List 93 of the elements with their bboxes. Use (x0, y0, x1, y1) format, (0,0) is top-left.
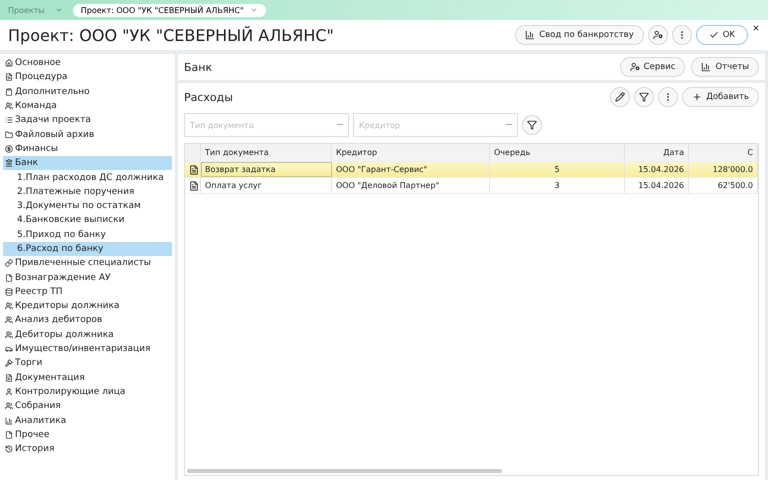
column-header[interactable]: Дата (625, 144, 689, 161)
plus-icon (692, 92, 702, 102)
section-title: Банк (184, 60, 214, 74)
sidebar-subitem[interactable]: 6.Расход по банку (3, 242, 172, 256)
amount-cell: 62'500.0 (689, 178, 758, 193)
creditor-cell: ООО "Деловой Партнер" (332, 178, 490, 193)
sidebar-item[interactable]: Дебиторы должника (3, 328, 172, 342)
document-type-cell: Возврат задатка (201, 162, 332, 177)
sidebar-item[interactable]: Анализ дебиторов (3, 313, 172, 328)
priority-cell: 3 (490, 178, 625, 193)
list-icon (5, 116, 13, 124)
column-header[interactable]: Очередь (490, 144, 625, 161)
sidebar-item[interactable]: Аналитика (3, 413, 172, 428)
file-icon (5, 430, 13, 439)
pencil-icon (615, 92, 626, 102)
link-icon (5, 259, 13, 268)
filter-field[interactable]: Кредитор (353, 113, 518, 137)
sidebar-item[interactable]: Привлеченные специалисты (3, 256, 172, 270)
add-button[interactable]: Добавить (682, 87, 759, 107)
close-icon[interactable] (752, 24, 760, 32)
person-gear-icon (652, 30, 663, 40)
sidebar-item[interactable]: Кредиторы должника (3, 299, 172, 314)
filter-icon (527, 120, 537, 130)
people-icon (5, 402, 13, 410)
sidebar-item[interactable]: Основное (3, 56, 172, 70)
sidebar-item[interactable]: Вознаграждение АУ (3, 270, 172, 285)
gavel-icon (5, 359, 13, 368)
history-icon (5, 445, 13, 454)
date-cell: 15.04.2026 (625, 162, 689, 177)
bank-icon (5, 159, 13, 168)
car-icon (5, 345, 13, 354)
sidebar-item[interactable]: Финансы (3, 142, 172, 156)
sidebar-subitem[interactable]: 2.Платежные поручения (3, 184, 172, 199)
person-gear-icon (630, 62, 640, 72)
creditor-cell: ООО "Гарант-Сервис" (332, 162, 490, 177)
sidebar-item[interactable]: Дополнительно (3, 84, 172, 99)
clipboard-icon (5, 88, 13, 96)
sidebar-item[interactable]: Команда (3, 98, 172, 114)
sidebar-item[interactable]: Задачи проекта (3, 113, 172, 128)
sidebar-item[interactable]: Прочее (3, 428, 172, 442)
project-tab[interactable]: Проект: ООО "УК "СЕВЕРНЫЙ АЛЬЯНС" (72, 4, 266, 16)
people-icon (5, 316, 13, 324)
filter-button[interactable] (634, 87, 654, 107)
sidebar-item[interactable]: Файловый архив (3, 127, 172, 142)
people-icon (5, 102, 13, 110)
sidebar-item[interactable]: Реестр ТП (3, 284, 172, 300)
amount-cell: 128'000.0 (689, 162, 758, 177)
filter-icon (639, 92, 650, 102)
window-title: Проект: ООО "УК "СЕВЕРНЫЙ АЛЬЯНС" (8, 26, 335, 44)
column-header[interactable]: С (689, 144, 758, 161)
sidebar-item[interactable]: Собрания (3, 399, 172, 414)
sidebar-item[interactable]: Имущество/инвентаризация (3, 342, 172, 356)
column-header[interactable]: Кредитор (332, 144, 490, 161)
summary-button[interactable]: Свод по банкротству (515, 25, 644, 45)
sidebar-item[interactable]: Контролирующие лица (3, 384, 172, 400)
document-icon (5, 374, 13, 382)
column-header[interactable]: Тип документа (201, 144, 332, 161)
bar-chart-icon (5, 416, 13, 425)
expenses-title: Расходы (184, 90, 234, 104)
sidebar-subitem[interactable]: 1.План расходов ДС должника (3, 170, 172, 185)
sidebar-item[interactable]: Процедура (3, 70, 172, 85)
coin-icon (5, 144, 13, 153)
reports-button[interactable]: Отчеты (691, 57, 759, 77)
database-icon (5, 288, 13, 296)
filter-field[interactable]: Тип документа (184, 113, 349, 137)
file-icon (5, 274, 13, 282)
home-icon (5, 59, 13, 68)
folder-icon (5, 130, 13, 139)
apply-filter-button[interactable] (522, 115, 542, 135)
sidebar-subitem[interactable]: 4.Банковские выписки (3, 213, 172, 228)
priority-cell: 5 (490, 162, 625, 177)
sidebar-item[interactable]: Торги (3, 356, 172, 371)
document-icon (5, 73, 13, 82)
sidebar-item[interactable]: История (3, 442, 172, 456)
sidebar-item[interactable]: Банк (3, 156, 172, 170)
person-icon (5, 388, 13, 396)
document-icon (189, 164, 199, 174)
document-icon (189, 180, 199, 190)
ok-button[interactable]: OK (696, 25, 748, 45)
service-button[interactable]: Сервис (620, 57, 686, 77)
user-settings-button[interactable] (648, 25, 668, 45)
bar-chart-icon (701, 62, 712, 72)
check-icon (708, 30, 719, 40)
edit-button[interactable] (610, 87, 630, 107)
people-icon (5, 302, 13, 310)
people-icon (5, 330, 13, 339)
scrollbar[interactable] (187, 469, 502, 473)
sidebar-subitem[interactable]: 3.Документы по остаткам (3, 198, 172, 214)
bar-chart-icon (525, 30, 536, 40)
sidebar-subitem[interactable]: 5.Приход по банку (3, 228, 172, 242)
document-type-cell: Оплата услуг (201, 178, 332, 193)
sidebar-item[interactable]: Документация (3, 370, 172, 385)
date-cell: 15.04.2026 (625, 178, 689, 193)
